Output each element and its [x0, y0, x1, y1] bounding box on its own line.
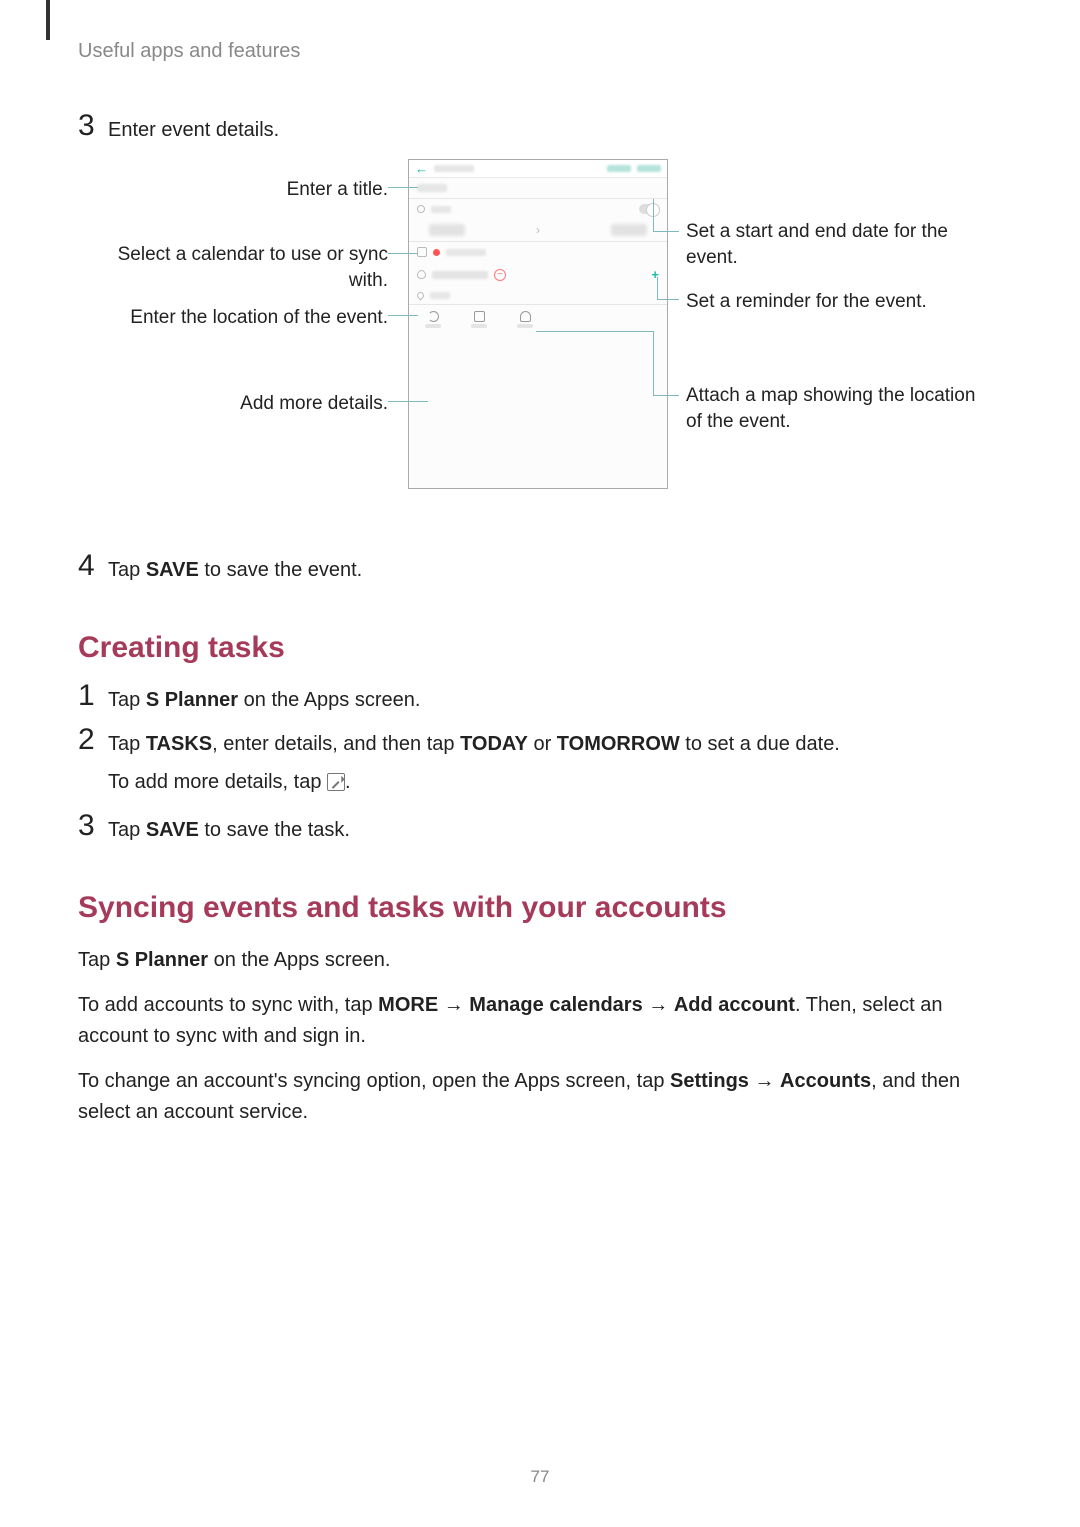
allday-row — [409, 199, 667, 219]
expand-icon — [327, 773, 345, 791]
app-topbar: ← — [409, 160, 667, 178]
step-number: 4 — [78, 551, 108, 581]
callout-line — [388, 401, 428, 402]
repeat-detail-icon — [425, 311, 441, 328]
step-text: Tap TASKS, enter details, and then tap T… — [108, 729, 840, 797]
callout-line — [653, 331, 654, 395]
callout-reminder: Set a reminder for the event. — [686, 289, 996, 315]
page-number: 77 — [0, 1467, 1080, 1487]
end-date-blur — [611, 224, 647, 236]
icon-label-blur — [471, 324, 487, 328]
reminder-value-blur — [432, 271, 488, 279]
field-blur — [431, 206, 451, 213]
clock-icon — [417, 205, 425, 213]
step-subtext: To add more details, tap . — [108, 767, 840, 797]
callout-line — [657, 277, 658, 299]
tasks-step-2: 2 Tap TASKS, enter details, and then tap… — [78, 729, 1002, 797]
step-number: 3 — [78, 111, 108, 141]
step-4: 4 Tap SAVE to save the event. — [78, 555, 1002, 585]
calendar-icon — [417, 247, 427, 257]
field-blur — [446, 249, 486, 256]
field-blur — [430, 292, 450, 299]
event-editor-diagram: ← › — [78, 159, 998, 519]
heading-creating-tasks: Creating tasks — [78, 631, 1002, 665]
callout-details: Add more details. — [78, 391, 388, 417]
callout-line — [657, 299, 679, 300]
callout-line — [388, 253, 418, 254]
step-3: 3 Enter event details. — [78, 115, 1002, 145]
step-text: Tap SAVE to save the task. — [108, 815, 350, 845]
phone-screenshot: ← › — [408, 159, 668, 489]
callout-map: Attach a map showing the location of the… — [686, 383, 996, 434]
pin-icon — [416, 291, 426, 301]
chapter-title: Useful apps and features — [78, 40, 1002, 63]
sync-para-1: Tap S Planner on the Apps screen. — [78, 945, 1002, 976]
callout-line — [653, 199, 654, 231]
callout-line — [388, 187, 418, 188]
callout-calendar: Select a calendar to use or sync with. — [78, 242, 388, 293]
calendar-row — [409, 242, 667, 262]
page-corner-mark — [46, 0, 50, 40]
chevron-right-icon: › — [536, 223, 540, 237]
callout-dates: Set a start and end date for the event. — [686, 219, 996, 270]
reminder-row: − + — [409, 262, 667, 287]
bell-icon — [417, 270, 426, 279]
step-text: Tap SAVE to save the event. — [108, 555, 362, 585]
action-blur — [637, 165, 661, 172]
step-number: 3 — [78, 811, 108, 841]
step-text: Enter event details. — [108, 115, 279, 145]
detail-icons-row — [409, 305, 667, 334]
tasks-step-3: 3 Tap SAVE to save the task. — [78, 815, 1002, 845]
page-content: Useful apps and features 3 Enter event d… — [0, 0, 1080, 1128]
action-blur — [607, 165, 631, 172]
remove-reminder-icon: − — [494, 269, 506, 281]
sync-para-3: To change an account's syncing option, o… — [78, 1066, 1002, 1128]
note-detail-icon — [471, 311, 487, 328]
topbar-actions — [607, 165, 661, 172]
step-number: 2 — [78, 725, 108, 755]
callout-line — [536, 331, 653, 332]
heading-syncing: Syncing events and tasks with your accou… — [78, 891, 1002, 925]
callout-line — [653, 395, 679, 396]
icon-label-blur — [425, 324, 441, 328]
topbar-title-blur — [434, 165, 474, 172]
title-field-row — [409, 178, 667, 198]
note-icon — [474, 311, 485, 322]
callout-location: Enter the location of the event. — [78, 305, 388, 331]
allday-toggle — [639, 204, 659, 214]
callout-title: Enter a title. — [78, 177, 388, 203]
callout-line — [388, 315, 418, 316]
back-icon: ← — [415, 161, 428, 176]
location-row — [409, 287, 667, 304]
step-number: 1 — [78, 681, 108, 711]
calendar-color-dot — [433, 249, 440, 256]
callout-line — [653, 231, 679, 232]
start-date-blur — [429, 224, 465, 236]
map-detail-icon — [517, 311, 533, 328]
map-icon — [520, 311, 531, 322]
date-row: › — [409, 219, 667, 241]
title-placeholder-blur — [417, 184, 447, 192]
icon-label-blur — [517, 324, 533, 328]
step-text: Tap S Planner on the Apps screen. — [108, 685, 420, 715]
repeat-icon — [428, 311, 439, 322]
sync-para-2: To add accounts to sync with, tap MORE →… — [78, 990, 1002, 1052]
tasks-step-1: 1 Tap S Planner on the Apps screen. — [78, 685, 1002, 715]
